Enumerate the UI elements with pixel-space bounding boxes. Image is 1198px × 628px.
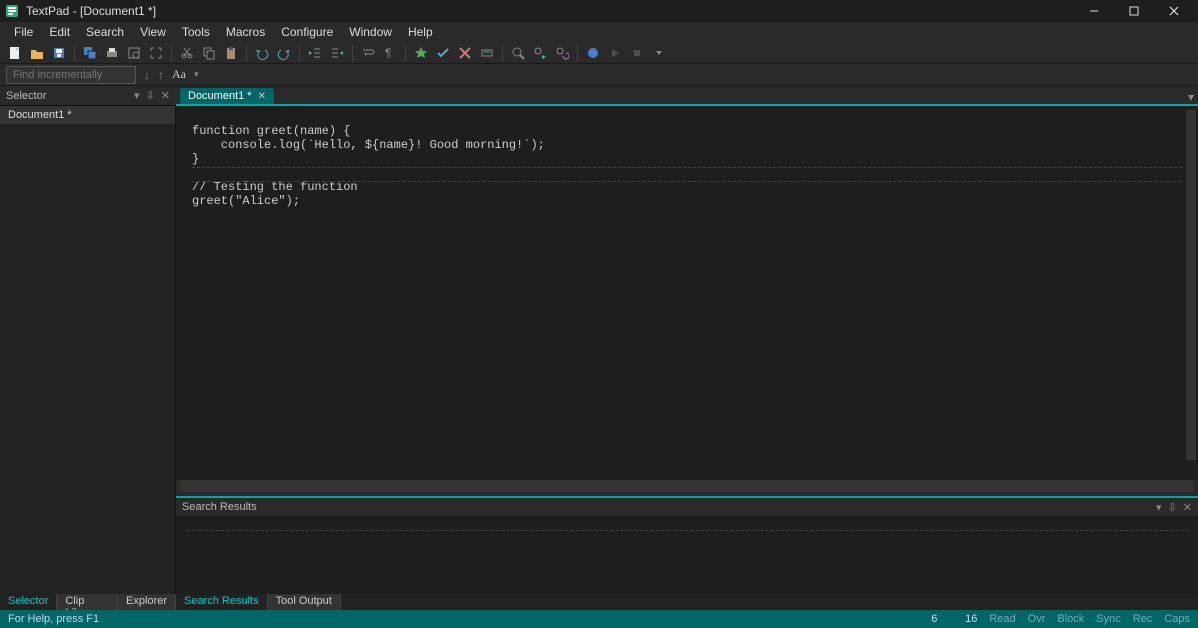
maximize-button[interactable] <box>1114 0 1154 22</box>
side-tab-explorer[interactable]: Explorer <box>118 594 176 610</box>
status-column-number: 16 <box>937 613 977 625</box>
show-paragraph-icon[interactable]: ¶ <box>381 44 399 62</box>
status-read: Read <box>989 613 1015 625</box>
selector-dropdown-icon[interactable]: ▾ <box>134 89 140 102</box>
print-icon[interactable] <box>103 44 121 62</box>
editor-guide-line <box>192 167 1182 168</box>
menu-bar: File Edit Search View Tools Macros Confi… <box>0 22 1198 42</box>
tool3-icon[interactable] <box>456 44 474 62</box>
svg-text:¶: ¶ <box>385 46 391 60</box>
find-prev-arrow-icon[interactable]: ↑ <box>158 68 164 82</box>
paste-icon[interactable] <box>222 44 240 62</box>
search-results-header: Search Results ▾ ⇩ ✕ <box>176 498 1198 516</box>
status-sync: Sync <box>1096 613 1120 625</box>
bottom-tab-search-results[interactable]: Search Results <box>176 594 268 610</box>
close-button[interactable] <box>1154 0 1194 22</box>
code-line: console.log(`Hello, ${name}! Good mornin… <box>192 138 545 152</box>
selector-pin-icon[interactable]: ⇩ <box>146 89 155 102</box>
status-ovr: Ovr <box>1028 613 1046 625</box>
search-results-title: Search Results <box>182 501 257 513</box>
menu-search[interactable]: Search <box>78 23 132 41</box>
menu-macros[interactable]: Macros <box>218 23 273 41</box>
status-block: Block <box>1057 613 1084 625</box>
status-help-text: For Help, press F1 <box>8 613 897 625</box>
selector-panel-header: Selector ▾ ⇩ ✕ <box>0 86 176 106</box>
editor-tab[interactable]: Document1 * ✕ <box>180 88 274 104</box>
open-file-icon[interactable] <box>28 44 46 62</box>
tool2-icon[interactable] <box>434 44 452 62</box>
print-preview-icon[interactable] <box>125 44 143 62</box>
selector-title: Selector <box>6 90 46 102</box>
toolbar: ¶ <box>0 42 1198 64</box>
app-icon <box>4 3 20 19</box>
minimize-button[interactable] <box>1074 0 1114 22</box>
status-caps: Caps <box>1164 613 1190 625</box>
play-macro-icon[interactable] <box>606 44 624 62</box>
tool4-icon[interactable] <box>478 44 496 62</box>
find-next-arrow-icon[interactable]: ↓ <box>144 68 150 82</box>
menu-help[interactable]: Help <box>400 23 441 41</box>
document-list-item[interactable]: Document1 * <box>0 106 175 124</box>
panel-close-icon[interactable]: ✕ <box>1183 501 1192 514</box>
bottom-tab-tool-output[interactable]: Tool Output <box>268 594 341 610</box>
panel-dropdown-icon[interactable]: ▾ <box>1156 501 1162 514</box>
code-line: // Testing the function <box>192 180 358 194</box>
cut-icon[interactable] <box>178 44 196 62</box>
status-bar: For Help, press F1 6 16 Read Ovr Block S… <box>0 610 1198 628</box>
undo-icon[interactable] <box>253 44 271 62</box>
search-results-body[interactable] <box>176 516 1198 594</box>
window-title: TextPad - [Document1 *] <box>26 4 1074 18</box>
new-file-icon[interactable] <box>6 44 24 62</box>
redo-icon[interactable] <box>275 44 293 62</box>
indent-right-icon[interactable] <box>328 44 346 62</box>
code-editor[interactable]: function greet(name) { console.log(`Hell… <box>176 106 1198 480</box>
fullscreen-icon[interactable] <box>147 44 165 62</box>
status-line-number: 6 <box>897 613 937 625</box>
code-line: greet("Alice"); <box>192 194 300 208</box>
status-rec: Rec <box>1133 613 1153 625</box>
find-bar: ↓ ↑ Aa ▾ <box>0 64 1198 86</box>
menu-configure[interactable]: Configure <box>273 23 341 41</box>
word-wrap-icon[interactable] <box>359 44 377 62</box>
editor-guide-line <box>192 181 1182 182</box>
side-tab-selector[interactable]: Selector <box>0 594 57 610</box>
stop-macro-icon[interactable] <box>628 44 646 62</box>
tool1-icon[interactable] <box>412 44 430 62</box>
save-icon[interactable] <box>50 44 68 62</box>
code-line: function greet(name) { <box>192 124 350 138</box>
side-tab-clip-library[interactable]: Clip Library <box>57 594 118 610</box>
results-guide-line <box>186 530 1188 531</box>
indent-left-icon[interactable] <box>306 44 324 62</box>
replace-icon[interactable] <box>553 44 571 62</box>
code-line: } <box>192 152 199 166</box>
tab-options-icon[interactable]: ▾ <box>1188 90 1194 104</box>
toolbar-dropdown-icon[interactable] <box>650 44 668 62</box>
tab-close-icon[interactable]: ✕ <box>258 91 266 102</box>
menu-view[interactable]: View <box>132 23 174 41</box>
match-case-toggle[interactable]: Aa <box>172 67 186 82</box>
copy-icon[interactable] <box>200 44 218 62</box>
find-next-icon[interactable] <box>531 44 549 62</box>
menu-tools[interactable]: Tools <box>174 23 218 41</box>
editor-tab-strip: Document1 * ✕ ▾ <box>176 86 1198 106</box>
tab-label: Document1 * <box>188 90 252 102</box>
record-macro-icon[interactable] <box>584 44 602 62</box>
selector-close-icon[interactable]: ✕ <box>161 89 170 102</box>
panel-pin-icon[interactable]: ⇩ <box>1168 501 1177 514</box>
find-icon[interactable] <box>509 44 527 62</box>
save-all-icon[interactable] <box>81 44 99 62</box>
menu-edit[interactable]: Edit <box>41 23 78 41</box>
title-bar: TextPad - [Document1 *] <box>0 0 1198 22</box>
editor-scrollbar-vertical[interactable] <box>1186 110 1196 460</box>
find-input[interactable] <box>6 66 136 84</box>
find-dropdown-icon[interactable]: ▾ <box>194 69 199 80</box>
editor-scrollbar-horizontal[interactable] <box>180 480 1194 492</box>
menu-file[interactable]: File <box>6 23 41 41</box>
menu-window[interactable]: Window <box>341 23 400 41</box>
selector-sidebar: Document1 * <box>0 106 176 594</box>
